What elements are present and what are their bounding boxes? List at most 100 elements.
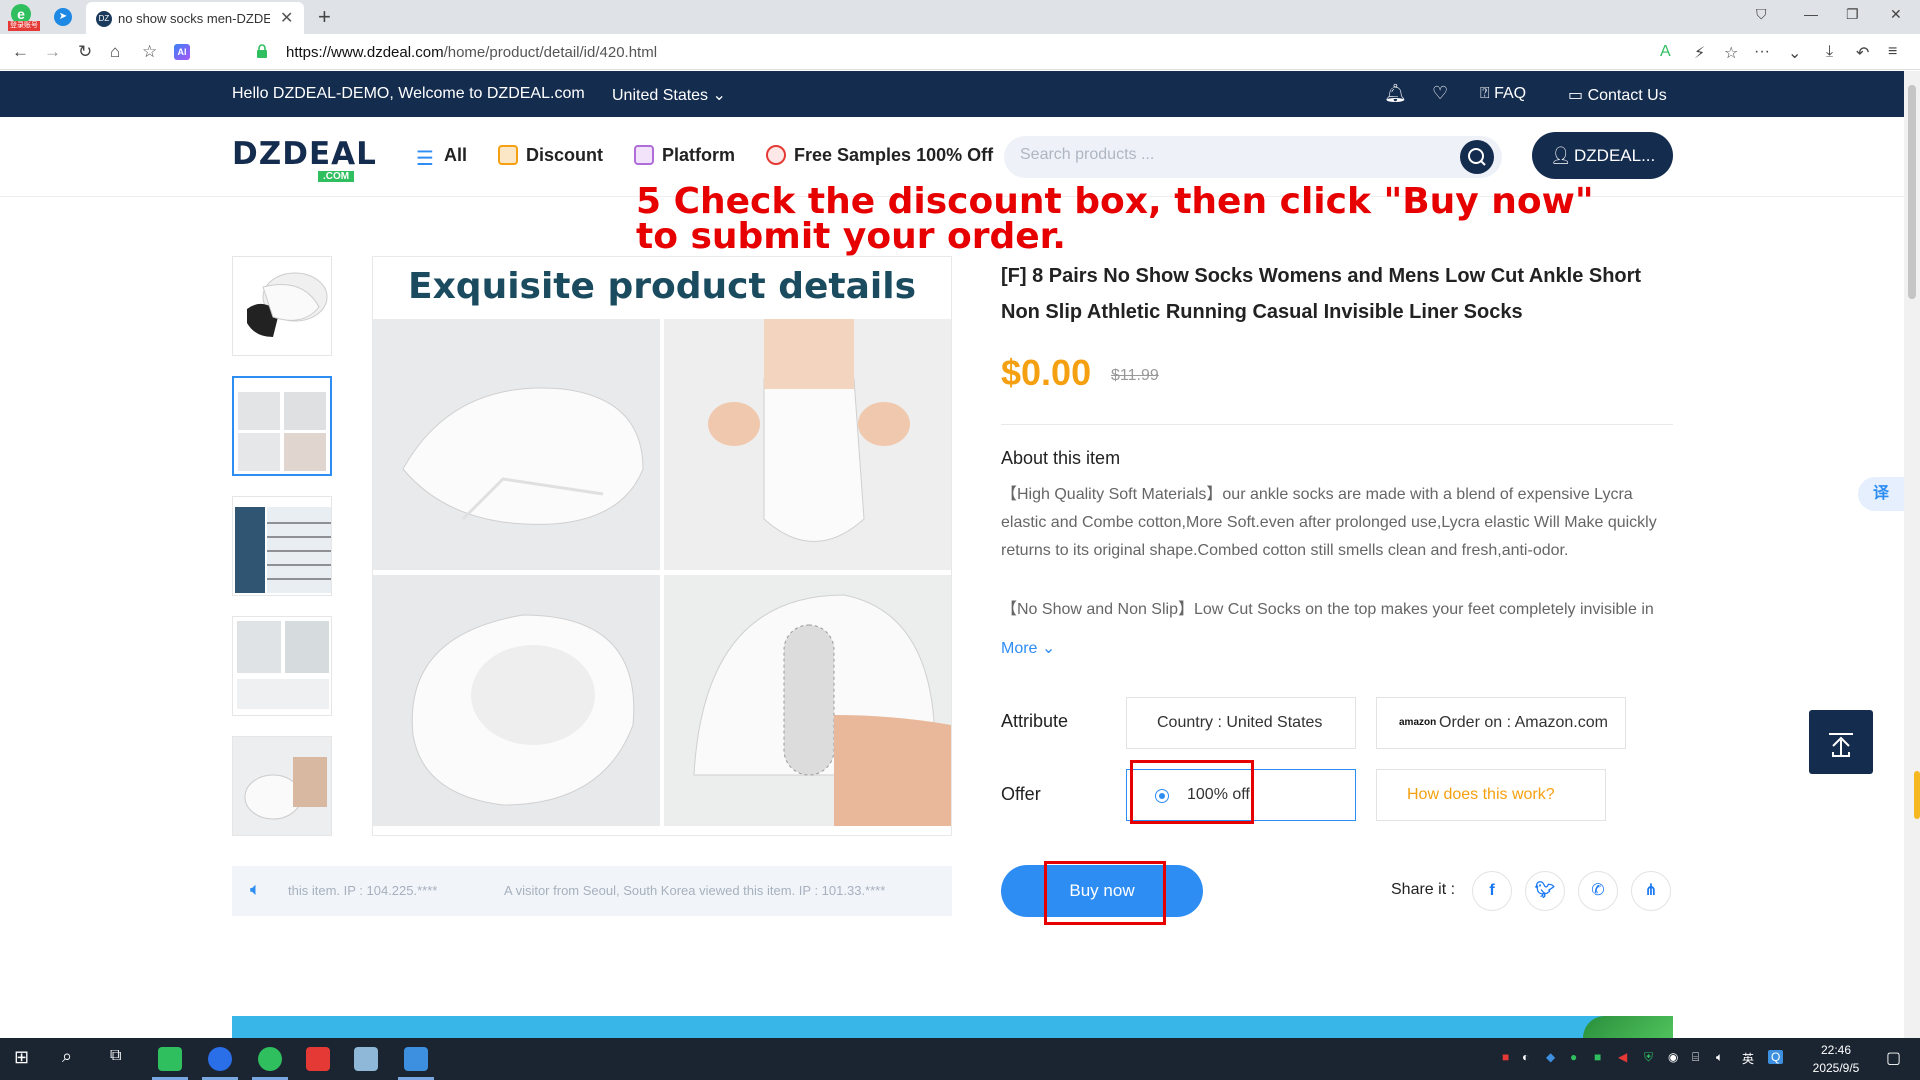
- promo-banner[interactable]: [232, 1016, 1673, 1038]
- country-label: United States: [612, 87, 709, 104]
- divider: [1001, 424, 1673, 425]
- tray-app-icon[interactable]: ■: [1502, 1050, 1509, 1064]
- site-logo[interactable]: DZDEAL .COM: [232, 136, 377, 182]
- forward-icon[interactable]: →: [44, 42, 61, 62]
- search-icon: [1468, 148, 1486, 166]
- back-icon[interactable]: ←: [12, 42, 29, 62]
- wps-icon[interactable]: [306, 1047, 330, 1071]
- bookmark-star-icon[interactable]: ☆: [1724, 43, 1738, 63]
- favorites-icon[interactable]: ☆: [142, 42, 157, 62]
- url-field[interactable]: https://www.dzdeal.com/home/product/deta…: [206, 39, 1636, 65]
- scrollbar-thumb[interactable]: [1908, 85, 1916, 299]
- country-attribute[interactable]: Country : United States: [1126, 697, 1356, 749]
- tray-app-icon[interactable]: ◉: [1668, 1050, 1678, 1064]
- windows-start-icon[interactable]: ⊞: [14, 1047, 29, 1068]
- order-on-attribute[interactable]: amazon Order on : Amazon.com: [1376, 697, 1626, 749]
- nav-discount-label: Discount: [526, 145, 604, 165]
- restore-icon[interactable]: ❐: [1846, 6, 1859, 23]
- home-icon[interactable]: ⌂: [110, 42, 120, 62]
- page-scrollbar[interactable]: [1904, 71, 1920, 1038]
- chevron-down-icon: ⌄: [712, 87, 726, 104]
- read-aloud-icon[interactable]: A: [1660, 43, 1671, 61]
- new-tab-icon[interactable]: +: [318, 4, 331, 30]
- ai-assistant-icon[interactable]: AI: [174, 44, 190, 60]
- offer-label: Offer: [1001, 784, 1041, 804]
- nav-free-samples[interactable]: Free Samples 100% Off: [766, 145, 993, 166]
- notification-icon[interactable]: ▢: [1886, 1048, 1901, 1068]
- task-view-icon[interactable]: ⧉: [110, 1047, 121, 1065]
- menu-icon[interactable]: ≡: [1888, 43, 1897, 61]
- nav-discount[interactable]: Discount: [498, 145, 603, 166]
- reload-icon[interactable]: ↻: [78, 42, 92, 62]
- product-title: [F] 8 Pairs No Show Socks Womens and Men…: [1001, 265, 1642, 323]
- faq-label: FAQ: [1494, 85, 1527, 102]
- tray-wechat-icon[interactable]: ●: [1570, 1050, 1577, 1064]
- search-bar: [1004, 136, 1502, 178]
- back-to-top-button[interactable]: [1809, 710, 1873, 774]
- tray-app-icon[interactable]: ◆: [1546, 1050, 1555, 1064]
- wechat-icon[interactable]: [158, 1047, 182, 1071]
- country-attribute-text: Country : United States: [1157, 714, 1323, 731]
- about-paragraph: 【High Quality Soft Materials】our ankle s…: [1001, 486, 1657, 559]
- tab-close-icon[interactable]: ✕: [280, 8, 293, 28]
- chat-icon: ▭: [1568, 87, 1584, 104]
- more-icon[interactable]: ···: [1754, 43, 1770, 61]
- heart-icon[interactable]: ♡: [1432, 83, 1448, 104]
- system-clock[interactable]: 22:46 2025/9/5: [1806, 1041, 1866, 1077]
- tray-app-icon[interactable]: ■: [1594, 1050, 1601, 1064]
- thumbnail-5[interactable]: [232, 736, 332, 836]
- image-tile-1: [373, 319, 660, 570]
- share-icon[interactable]: ⋔: [1631, 871, 1671, 911]
- lightning-icon[interactable]: ⚡: [1694, 43, 1705, 63]
- main-product-image[interactable]: Exquisite product details: [372, 256, 952, 836]
- more-link[interactable]: More ⌄: [1001, 638, 1055, 658]
- country-selector[interactable]: United States ⌄: [612, 85, 726, 105]
- account-button[interactable]: 👤︎ DZDEAL...: [1532, 132, 1673, 179]
- close-window-icon[interactable]: ✕: [1890, 6, 1902, 23]
- translate-button[interactable]: 译: [1858, 477, 1904, 511]
- tray-app-icon[interactable]: ◐: [1522, 1050, 1529, 1064]
- thumbnail-4[interactable]: [232, 616, 332, 716]
- tray-app-icon[interactable]: ◀: [1618, 1050, 1627, 1064]
- ime-indicator[interactable]: 英: [1742, 1050, 1754, 1067]
- nav-all[interactable]: ☰ All: [416, 145, 467, 170]
- shirt-skin-icon[interactable]: ⛉: [1756, 6, 1767, 23]
- browser-tab-bar: e 登录账号 ➤ DZ no show socks men-DZDEAL ✕ +…: [0, 0, 1920, 34]
- more-label: More: [1001, 640, 1038, 657]
- volume-icon[interactable]: 🔈︎: [1716, 1050, 1723, 1065]
- clock-date: 2025/9/5: [1812, 1061, 1860, 1075]
- search-icon[interactable]: ⌕: [62, 1046, 72, 1067]
- undo-icon[interactable]: ↶: [1856, 43, 1869, 63]
- nav-platform[interactable]: Platform: [634, 145, 735, 166]
- active-tab[interactable]: DZ no show socks men-DZDEAL ✕: [86, 2, 304, 34]
- how-it-works-link[interactable]: How does this work?: [1376, 769, 1606, 821]
- twitter-icon[interactable]: 🐦︎: [1525, 871, 1565, 911]
- faq-link[interactable]: ⍰ FAQ: [1480, 85, 1526, 103]
- notes-icon[interactable]: [354, 1047, 378, 1071]
- minimize-icon[interactable]: —: [1804, 6, 1818, 22]
- login-badge: 登录账号: [8, 21, 40, 31]
- image-tile-2: [664, 319, 951, 570]
- whatsapp-icon[interactable]: ✆: [1578, 871, 1618, 911]
- app-icon[interactable]: [208, 1047, 232, 1071]
- thumbnail-1[interactable]: [232, 256, 332, 356]
- search-input[interactable]: [1020, 146, 1420, 164]
- tray-q-icon[interactable]: Q: [1768, 1050, 1784, 1064]
- contact-link[interactable]: ▭ Contact Us: [1568, 85, 1667, 105]
- telegram-icon[interactable]: ➤: [54, 8, 72, 26]
- photos-icon[interactable]: [404, 1047, 428, 1071]
- thumbnail-3[interactable]: [232, 496, 332, 596]
- chevron-down-icon[interactable]: ⌄: [1788, 43, 1801, 63]
- download-icon[interactable]: ⤓: [1826, 43, 1833, 61]
- shield-icon[interactable]: ⛨: [1644, 1050, 1653, 1065]
- thumbnail-2[interactable]: [232, 376, 332, 476]
- clock-time: 22:46: [1820, 1043, 1852, 1057]
- search-button[interactable]: [1460, 140, 1494, 174]
- logo-text: DZDEAL: [232, 136, 377, 172]
- browser-logo-icon[interactable]: e 登录账号: [8, 4, 40, 31]
- user-icon: 👤︎: [1550, 146, 1572, 165]
- browser-app-icon[interactable]: [258, 1047, 282, 1071]
- network-icon[interactable]: ⌸: [1692, 1050, 1699, 1065]
- bell-icon[interactable]: 🔔︎: [1384, 83, 1407, 104]
- facebook-icon[interactable]: f: [1472, 871, 1512, 911]
